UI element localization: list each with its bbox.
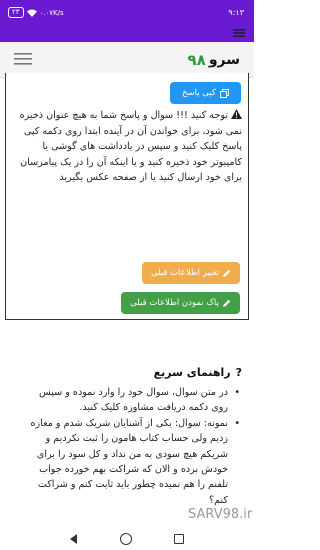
question-icon: ? [235, 366, 242, 379]
pencil-icon [223, 269, 231, 277]
menu-icon[interactable] [232, 28, 246, 38]
status-time: ۹:۱۳ [228, 8, 244, 17]
list-item: نمونه: سوال: یکی از آشنایان شریک شدم و م… [20, 416, 242, 508]
system-nav-bar [0, 528, 254, 550]
copy-icon [219, 88, 229, 98]
edit-previous-button[interactable]: تغییر اطلاعات قبلی [142, 262, 240, 284]
wifi-icon [26, 9, 37, 17]
recent-apps-icon[interactable] [174, 534, 184, 544]
copy-answer-label: کپی پاسخ [182, 88, 216, 98]
quick-guide-list: در متن سوال، سوال خود را وارد نموده و سپ… [20, 385, 242, 508]
status-indicators: ۲۳ ۰.۰۷K/s [8, 7, 64, 18]
list-item: در متن سوال، سوال خود را وارد نموده و سپ… [20, 385, 242, 416]
back-icon[interactable] [70, 534, 78, 544]
pencil-icon [222, 299, 231, 307]
quick-guide-label: راهنمای سریع [153, 366, 231, 379]
hamburger-icon[interactable] [14, 52, 32, 66]
logo-number: ۹۸ [187, 51, 206, 69]
battery-icon: ۲۳ [8, 7, 24, 18]
edit-previous-label: تغییر اطلاعات قبلی [150, 268, 220, 278]
notice-text-block: توجه کنید !!! سوال و پاسخ شما به هیچ عنو… [12, 108, 242, 186]
clear-previous-label: پاک نمودن اطلاعات قبلی [130, 298, 219, 308]
home-icon[interactable] [120, 533, 132, 545]
logo-text: سرو [208, 52, 240, 68]
quick-guide-title: ? راهنمای سریع [154, 366, 242, 379]
browser-toolbar [0, 26, 254, 42]
status-bar: ۲۳ ۰.۰۷K/s ۹:۱۳ [0, 0, 254, 26]
network-speed: ۰.۰۷K/s [39, 8, 64, 17]
notice-text: توجه کنید !!! سوال و پاسخ شما به هیچ عنو… [19, 110, 242, 184]
copy-answer-button[interactable]: کپی پاسخ [170, 82, 241, 104]
warning-icon [231, 109, 242, 119]
clear-previous-button[interactable]: پاک نمودن اطلاعات قبلی [121, 292, 240, 314]
site-logo[interactable]: ۹۸ سرو [188, 48, 241, 72]
watermark: SARV98.ir [188, 507, 253, 522]
